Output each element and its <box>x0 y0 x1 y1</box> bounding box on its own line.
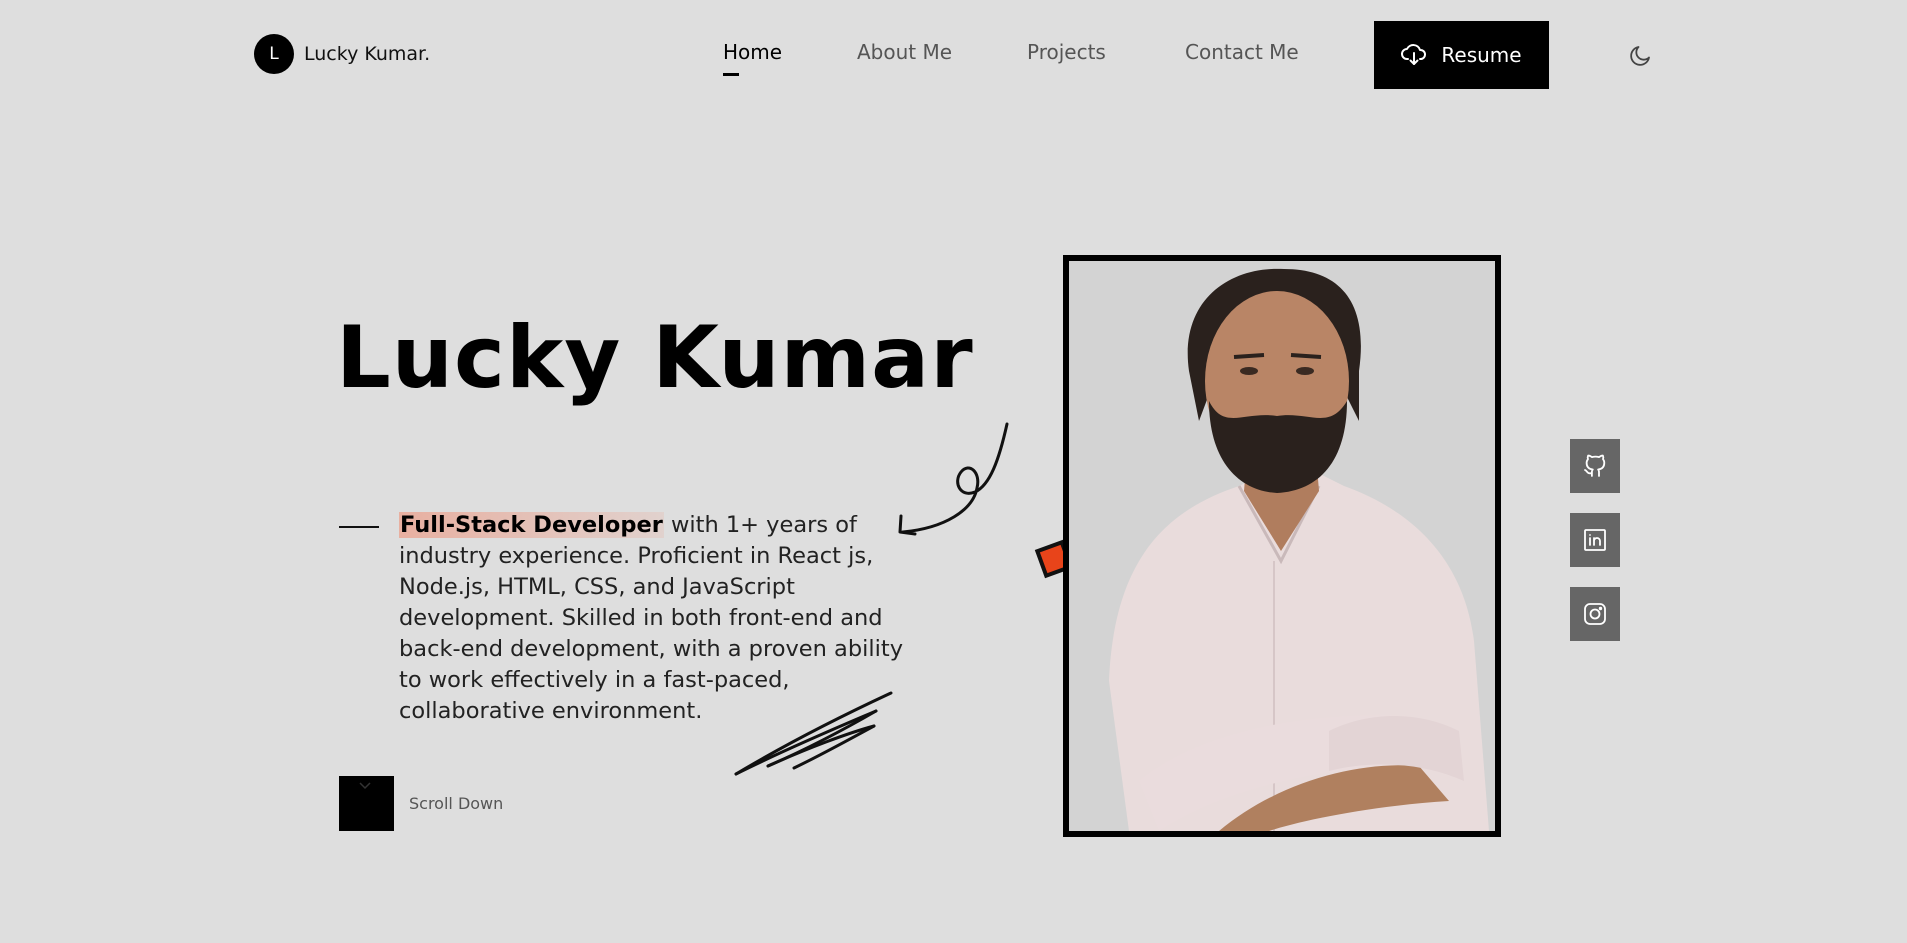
role-highlight: Full-Stack Developer <box>399 512 664 538</box>
nav-projects[interactable]: Projects <box>1027 40 1106 64</box>
logo-name: Lucky Kumar. <box>304 43 431 65</box>
nav-home[interactable]: Home <box>723 40 782 64</box>
logo-badge: L <box>254 34 294 74</box>
github-icon <box>1584 454 1606 477</box>
intro-dash <box>339 526 379 528</box>
hero-title: Lucky Kumar <box>336 308 974 408</box>
linkedin-link[interactable] <box>1570 513 1620 567</box>
scroll-down-button[interactable] <box>339 776 394 831</box>
instagram-link[interactable] <box>1570 587 1620 641</box>
scribble-doodle <box>734 691 893 776</box>
moon-icon[interactable] <box>1628 42 1654 68</box>
active-nav-indicator <box>723 73 739 76</box>
scroll-down-label: Scroll Down <box>409 794 504 813</box>
resume-label: Resume <box>1441 43 1522 67</box>
nav-contact-me[interactable]: Contact Me <box>1185 40 1299 64</box>
resume-button[interactable]: Resume <box>1374 21 1549 89</box>
portrait-illustration <box>1069 261 1495 831</box>
logo[interactable]: L Lucky Kumar. <box>254 34 430 74</box>
nav-about-me[interactable]: About Me <box>857 40 952 64</box>
cloud-download-icon <box>1401 44 1427 65</box>
github-link[interactable] <box>1570 439 1620 493</box>
linkedin-icon <box>1584 529 1606 551</box>
profile-photo <box>1063 255 1501 837</box>
instagram-icon <box>1584 603 1606 625</box>
chevron-down-icon <box>359 782 371 790</box>
